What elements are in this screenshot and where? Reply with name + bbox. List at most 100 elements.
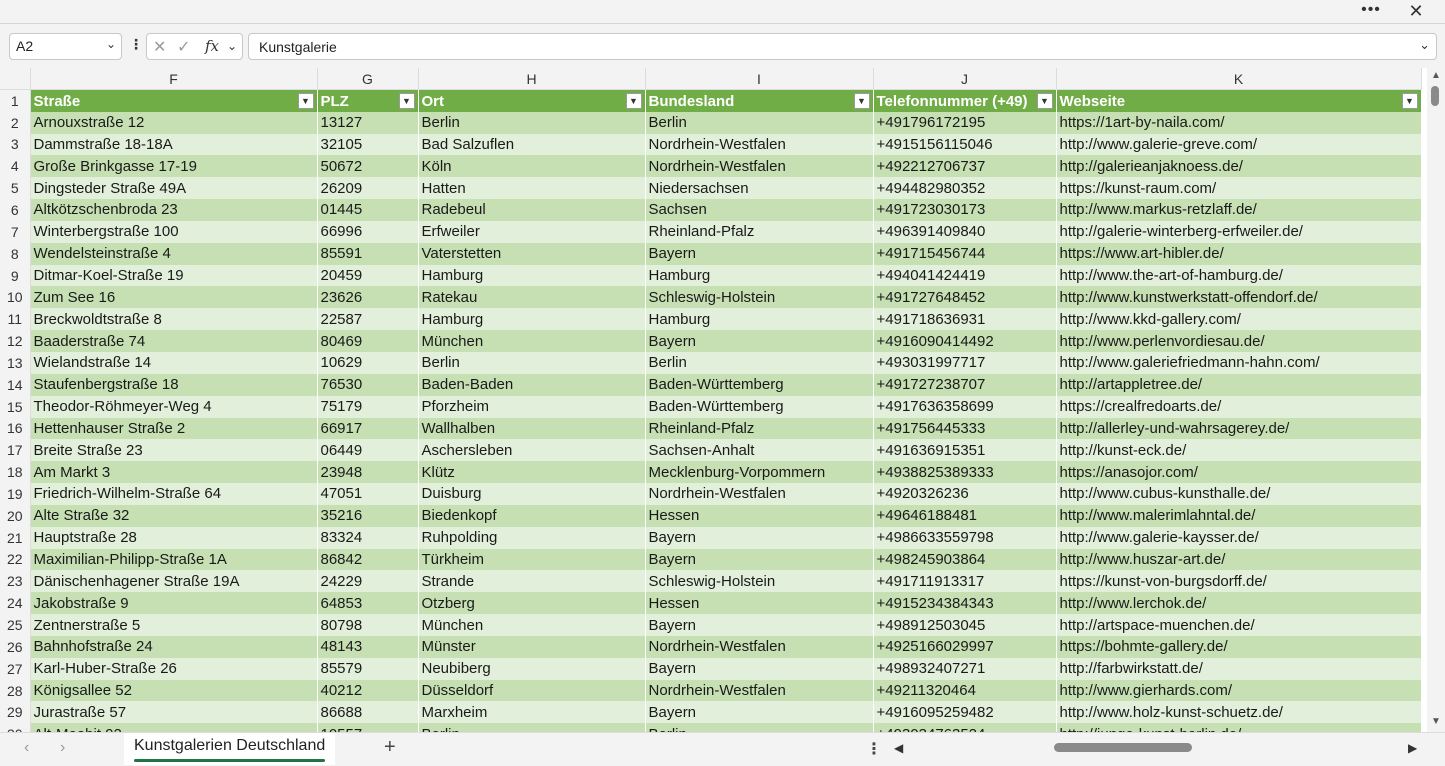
cell-telefon[interactable]: +498912503045 bbox=[873, 614, 1057, 636]
cell-webseite[interactable]: https://kunst-von-burgsdorff.de/ bbox=[1056, 570, 1422, 593]
cell-telefon[interactable]: +491711913317 bbox=[873, 570, 1057, 593]
cell-telefon[interactable]: +4925166029997 bbox=[873, 635, 1057, 658]
row-number[interactable]: 4 bbox=[0, 155, 31, 178]
row-number[interactable]: 24 bbox=[0, 592, 31, 615]
row-number[interactable]: 12 bbox=[0, 330, 31, 352]
cell-bundesland[interactable]: Bayern bbox=[645, 614, 874, 636]
cell-plz[interactable]: 48143 bbox=[317, 635, 419, 658]
cell-strasse[interactable]: Winterbergstraße 100 bbox=[30, 220, 318, 243]
insert-function-icon[interactable]: fx bbox=[205, 37, 219, 55]
cell-strasse[interactable]: Dänischenhagener Straße 19A bbox=[30, 570, 318, 593]
cell-bundesland[interactable]: Hamburg bbox=[645, 264, 874, 287]
cell-bundesland[interactable]: Mecklenburg-Vorpommern bbox=[645, 461, 874, 484]
formula-input[interactable]: Kunstgalerie ⌄ bbox=[248, 33, 1437, 60]
cell-strasse[interactable]: Ditmar-Koel-Straße 19 bbox=[30, 264, 318, 287]
cell-webseite[interactable]: https://anasojor.com/ bbox=[1056, 461, 1422, 484]
column-header-f[interactable]: F bbox=[30, 68, 318, 91]
cell-webseite[interactable]: http://artappletree.de/ bbox=[1056, 373, 1422, 396]
cell-telefon[interactable]: +498245903864 bbox=[873, 548, 1057, 571]
cell-ort[interactable]: Köln bbox=[418, 155, 646, 178]
cell-plz[interactable]: 66917 bbox=[317, 417, 419, 440]
cell-bundesland[interactable]: Nordrhein-Westfalen bbox=[645, 483, 874, 505]
cell-strasse[interactable]: Bahnhofstraße 24 bbox=[30, 635, 318, 658]
column-header-h[interactable]: H bbox=[418, 68, 646, 91]
cell-plz[interactable]: 32105 bbox=[317, 133, 419, 156]
cell-strasse[interactable]: Baaderstraße 74 bbox=[30, 330, 318, 352]
cell-bundesland[interactable]: Baden-Württemberg bbox=[645, 373, 874, 396]
vertical-scroll-thumb[interactable] bbox=[1431, 86, 1439, 106]
cell-plz[interactable]: 80469 bbox=[317, 330, 419, 352]
row-number[interactable]: 6 bbox=[0, 199, 31, 221]
cell-strasse[interactable]: Wielandstraße 14 bbox=[30, 351, 318, 374]
cell-plz[interactable]: 40212 bbox=[317, 679, 419, 702]
cell-bundesland[interactable]: Sachsen-Anhalt bbox=[645, 439, 874, 462]
cell-webseite[interactable]: http://www.markus-retzlaff.de/ bbox=[1056, 199, 1422, 221]
cell-telefon[interactable]: +4916095259482 bbox=[873, 701, 1057, 724]
cell-ort[interactable]: Hatten bbox=[418, 177, 646, 200]
cell-plz[interactable]: 64853 bbox=[317, 592, 419, 615]
cell-plz[interactable]: 86688 bbox=[317, 701, 419, 724]
cell-plz[interactable]: 26209 bbox=[317, 177, 419, 200]
cell-bundesland[interactable]: Niedersachsen bbox=[645, 177, 874, 200]
cell-strasse[interactable]: Breckwoldtstraße 8 bbox=[30, 308, 318, 331]
cell-webseite[interactable]: https://bohmte-gallery.de/ bbox=[1056, 635, 1422, 658]
cell-webseite[interactable]: http://farbwirkstatt.de/ bbox=[1056, 657, 1422, 680]
horizontal-scroll-thumb[interactable] bbox=[1054, 743, 1192, 752]
cell-telefon[interactable]: +493031997717 bbox=[873, 351, 1057, 374]
cell-plz[interactable]: 86842 bbox=[317, 548, 419, 571]
row-number[interactable]: 1 bbox=[0, 89, 31, 112]
cell-telefon[interactable]: +492212706737 bbox=[873, 155, 1057, 178]
cell-strasse[interactable]: Große Brinkgasse 17-19 bbox=[30, 155, 318, 178]
cell-bundesland[interactable]: Nordrhein-Westfalen bbox=[645, 679, 874, 702]
cell-strasse[interactable]: Zum See 16 bbox=[30, 286, 318, 309]
row-number[interactable]: 3 bbox=[0, 133, 31, 156]
cell-bundesland[interactable]: Bayern bbox=[645, 657, 874, 680]
cell-ort[interactable]: Neubiberg bbox=[418, 657, 646, 680]
cell-bundesland[interactable]: Hessen bbox=[645, 504, 874, 527]
row-number[interactable]: 28 bbox=[0, 679, 31, 702]
cell-bundesland[interactable]: Hessen bbox=[645, 592, 874, 615]
row-number[interactable]: 21 bbox=[0, 526, 31, 549]
cell-webseite[interactable]: https://crealfredoarts.de/ bbox=[1056, 395, 1422, 418]
cell-bundesland[interactable]: Baden-Württemberg bbox=[645, 395, 874, 418]
cell-bundesland[interactable]: Nordrhein-Westfalen bbox=[645, 635, 874, 658]
row-number[interactable]: 15 bbox=[0, 395, 31, 418]
cell-ort[interactable]: Berlin bbox=[418, 723, 646, 732]
scroll-up-icon[interactable]: ▲ bbox=[1431, 70, 1441, 81]
cell-telefon[interactable]: +4915234384343 bbox=[873, 592, 1057, 615]
cell-ort[interactable]: Biedenkopf bbox=[418, 504, 646, 527]
cell-ort[interactable]: Marxheim bbox=[418, 701, 646, 724]
cell-bundesland[interactable]: Berlin bbox=[645, 723, 874, 732]
cell-plz[interactable]: 10629 bbox=[317, 351, 419, 374]
cell-bundesland[interactable]: Hamburg bbox=[645, 308, 874, 331]
cell-ort[interactable]: Berlin bbox=[418, 351, 646, 374]
cell-strasse[interactable]: Hettenhauser Straße 2 bbox=[30, 417, 318, 440]
cancel-icon[interactable]: ✕ bbox=[153, 37, 166, 57]
cell-webseite[interactable]: http://www.kkd-gallery.com/ bbox=[1056, 308, 1422, 331]
cell-ort[interactable]: Bad Salzuflen bbox=[418, 133, 646, 156]
cell-strasse[interactable]: Alt-Moabit 92 bbox=[30, 723, 318, 732]
cell-plz[interactable]: 20459 bbox=[317, 264, 419, 287]
row-number[interactable]: 18 bbox=[0, 461, 31, 484]
cell-webseite[interactable]: https://kunst-raum.com/ bbox=[1056, 177, 1422, 200]
cell-webseite[interactable]: http://www.kunstwerkstatt-offendorf.de/ bbox=[1056, 286, 1422, 309]
cell-bundesland[interactable]: Nordrhein-Westfalen bbox=[645, 133, 874, 156]
filter-dropdown-icon[interactable]: ▼ bbox=[853, 93, 870, 110]
cell-telefon[interactable]: +4986633559798 bbox=[873, 526, 1057, 549]
cell-telefon[interactable]: +491723030173 bbox=[873, 199, 1057, 221]
cell-ort[interactable]: Otzberg bbox=[418, 592, 646, 615]
chevron-down-icon[interactable]: ⌄ bbox=[106, 37, 116, 51]
cell-telefon[interactable]: +491715456744 bbox=[873, 242, 1057, 265]
cell-telefon[interactable]: +4916090414492 bbox=[873, 330, 1057, 352]
cell-webseite[interactable]: http://www.galerie-greve.com/ bbox=[1056, 133, 1422, 156]
cell-telefon[interactable]: +49646188481 bbox=[873, 504, 1057, 527]
cell-telefon[interactable]: +4915156115046 bbox=[873, 133, 1057, 156]
cell-webseite[interactable]: http://www.malerimlahntal.de/ bbox=[1056, 504, 1422, 527]
row-number[interactable]: 10 bbox=[0, 286, 31, 309]
row-number[interactable]: 14 bbox=[0, 373, 31, 396]
cell-ort[interactable]: Türkheim bbox=[418, 548, 646, 571]
cell-ort[interactable]: Ratekau bbox=[418, 286, 646, 309]
cell-plz[interactable]: 83324 bbox=[317, 526, 419, 549]
header-cell-plz[interactable]: PLZ ▼ bbox=[317, 89, 419, 112]
row-number[interactable]: 29 bbox=[0, 701, 31, 724]
